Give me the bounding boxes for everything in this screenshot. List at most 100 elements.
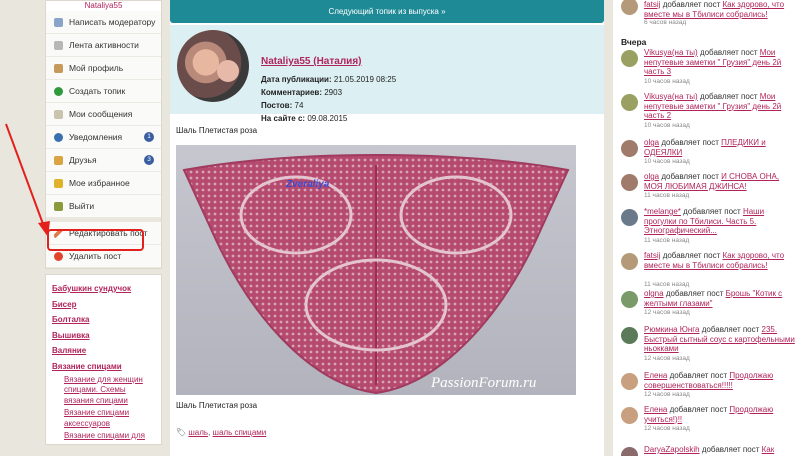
categories-list: Бабушкин сундучок Бисер Болталка Вышивка Вал… bbox=[45, 274, 162, 445]
category-link[interactable]: Вязание спицами bbox=[52, 359, 155, 375]
feed-avatar[interactable] bbox=[621, 174, 638, 191]
subcategory-link[interactable]: Вязание спицами аксессуаров bbox=[52, 408, 155, 429]
highlight-box bbox=[47, 229, 144, 251]
feed-avatar[interactable] bbox=[621, 447, 638, 456]
feed-avatar[interactable] bbox=[621, 291, 638, 308]
feed-user-link[interactable]: olga bbox=[644, 172, 659, 181]
feed-action: добавляет пост bbox=[699, 92, 758, 101]
feed-time: 12 часов назад bbox=[644, 309, 690, 316]
comments-row: Комментариев: 2903 bbox=[261, 88, 343, 97]
feed-avatar[interactable] bbox=[621, 50, 638, 67]
feed-action: добавляет пост bbox=[661, 172, 719, 181]
delete-post-label: Удалить пост bbox=[69, 251, 122, 261]
feed-time: 12 часов назад bbox=[644, 354, 690, 362]
posts-row: Постов: 74 bbox=[261, 101, 304, 110]
feed-user-link[interactable]: *melange* bbox=[644, 207, 681, 216]
menu-item[interactable]: Мое избранное bbox=[46, 172, 161, 195]
delete-icon bbox=[54, 251, 63, 261]
feed-user-link[interactable]: Елена bbox=[644, 371, 667, 380]
watermark-top: Zveraliya bbox=[285, 179, 330, 190]
menu-item-label: Мое избранное bbox=[69, 178, 130, 188]
feed-action: добавляет пост bbox=[701, 325, 760, 334]
current-username[interactable]: Nataliya55 bbox=[46, 1, 161, 11]
feed-action: добавляет пост bbox=[661, 138, 719, 147]
author-name-link[interactable]: Nataliya55 (Наталия) bbox=[261, 56, 362, 67]
menu-item-label: Выйти bbox=[69, 201, 95, 211]
feed-user-link[interactable]: Елена bbox=[644, 405, 667, 414]
feed-avatar[interactable] bbox=[621, 327, 638, 344]
menu-item-label: Лента активности bbox=[69, 40, 139, 50]
feed-action: добавляет пост bbox=[665, 289, 724, 298]
menu-item[interactable]: Выйти bbox=[46, 195, 161, 218]
shawl-photo[interactable]: Zveraliya PassionForum.ru bbox=[176, 145, 576, 395]
category-link[interactable]: Бабушкин сундучок bbox=[52, 281, 155, 297]
category-link[interactable]: Бисер bbox=[52, 297, 155, 313]
feed-action: добавляет пост bbox=[669, 371, 728, 380]
author-avatar[interactable] bbox=[177, 30, 249, 102]
post-content: Следующий топик из выпуска » Nataliya55 … bbox=[170, 0, 604, 456]
tag-icon: 🏷 bbox=[176, 428, 189, 437]
author-card: Nataliya55 (Наталия) Дата публикации: 21… bbox=[170, 25, 604, 123]
feed-icon bbox=[54, 40, 63, 50]
menu-item-label: Написать модератору bbox=[69, 17, 156, 27]
menu-item-label: Мой профиль bbox=[69, 63, 124, 73]
feed-user-link[interactable]: Рюмкина Юнга bbox=[644, 325, 700, 334]
feed-avatar[interactable] bbox=[621, 140, 638, 157]
category-link[interactable]: Вышивка bbox=[52, 328, 155, 344]
feed-avatar[interactable] bbox=[621, 407, 638, 424]
watermark-bottom: PassionForum.ru bbox=[430, 375, 536, 391]
left-sidebar: Nataliya55 Написать модератору Лента акти… bbox=[45, 0, 162, 456]
feed-avatar[interactable] bbox=[621, 209, 638, 226]
feed-user-link[interactable]: olgna bbox=[644, 289, 664, 298]
feed-time: 10 часов назад bbox=[644, 158, 690, 165]
feed-user-link[interactable]: Vikusya(на ты) bbox=[644, 48, 698, 57]
plus-icon bbox=[54, 86, 63, 96]
feed-time: 12 часов назад bbox=[644, 425, 690, 432]
menu-item-label: Уведомления bbox=[69, 132, 123, 142]
category-link[interactable]: Болталка bbox=[52, 312, 155, 328]
menu-item[interactable]: Мои сообщения bbox=[46, 103, 161, 126]
subcategory-link[interactable]: Вязание спицами для bbox=[52, 431, 155, 442]
menu-item[interactable]: Лента активности bbox=[46, 34, 161, 57]
messages-icon bbox=[54, 109, 63, 119]
post-tags: 🏷 шаль, шаль спицами bbox=[176, 428, 267, 437]
post-caption-bottom: Шаль Плетистая роза bbox=[176, 401, 258, 410]
menu-item[interactable]: Мой профиль bbox=[46, 57, 161, 80]
feed-time: 10 часов назад bbox=[644, 121, 690, 129]
feed-action: добавляет пост bbox=[662, 251, 721, 260]
menu-item[interactable]: Написать модератору bbox=[46, 11, 161, 34]
feed-avatar[interactable] bbox=[621, 94, 638, 111]
menu-item[interactable]: Уведомления 1 bbox=[46, 126, 161, 149]
feed-user-link[interactable]: olga bbox=[644, 138, 659, 147]
subcategory-link[interactable]: Вязание для женщин спицами. Схемы вязани… bbox=[52, 375, 155, 407]
feed-user-link[interactable]: DaryaZapolskih bbox=[644, 445, 700, 454]
tag-link-1[interactable]: шаль спицами bbox=[213, 428, 267, 437]
count-badge: 1 bbox=[144, 132, 154, 142]
menu-item-label: Друзья bbox=[69, 155, 97, 165]
mail-icon bbox=[54, 17, 63, 27]
feed-time: 12 часов назад bbox=[644, 391, 690, 398]
feed-avatar[interactable] bbox=[621, 0, 638, 15]
category-link[interactable]: Валяние bbox=[52, 343, 155, 359]
feed-avatar[interactable] bbox=[621, 253, 638, 270]
since-row: На сайте с: 09.08.2015 bbox=[261, 114, 348, 123]
feed-action: добавляет пост bbox=[683, 207, 741, 216]
post-caption-top: Шаль Плетистая роза bbox=[176, 126, 258, 135]
next-topic-button[interactable]: Следующий топик из выпуска » bbox=[170, 0, 604, 23]
feed-avatar[interactable] bbox=[621, 373, 638, 390]
menu-item-label: Мои сообщения bbox=[69, 109, 133, 119]
tag-link-0[interactable]: шаль bbox=[188, 428, 208, 437]
feed-user-link[interactable]: fatsij bbox=[644, 251, 660, 260]
feed-action: добавляет пост bbox=[701, 445, 760, 454]
home-icon bbox=[54, 63, 63, 73]
feed-user-link[interactable]: Vikusya(на ты) bbox=[644, 92, 698, 101]
red-arrow-annotation bbox=[5, 123, 50, 237]
feed-time: 11 часов назад bbox=[644, 280, 690, 288]
day-label: Вчера bbox=[621, 37, 647, 47]
feed-action: добавляет пост bbox=[699, 48, 758, 57]
activity-feed: fatsij добавляет пост Как здорово, что в… bbox=[613, 0, 800, 456]
menu-item[interactable]: Создать топик bbox=[46, 80, 161, 103]
pub-date-row: Дата публикации: 21.05.2019 08:25 bbox=[261, 75, 397, 84]
menu-item-label: Создать топик bbox=[69, 86, 126, 96]
menu-item[interactable]: Друзья 3 bbox=[46, 149, 161, 172]
